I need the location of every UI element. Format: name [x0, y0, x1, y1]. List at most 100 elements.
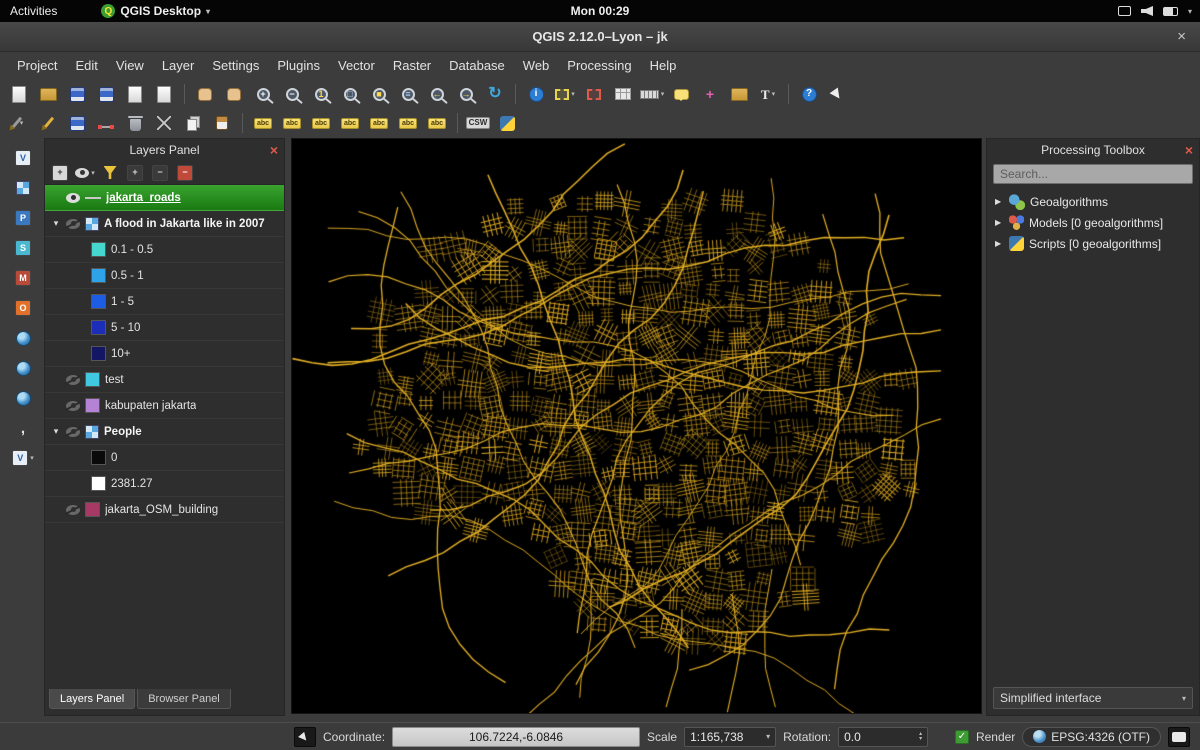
activities-button[interactable]: Activities: [0, 4, 67, 18]
visibility-off-icon[interactable]: [66, 505, 80, 515]
open-attribute-table-button[interactable]: [610, 82, 636, 106]
layer-row-people[interactable]: ▾People: [45, 419, 284, 445]
layer-row-2381-27[interactable]: 2381.27: [45, 471, 284, 497]
processing-item-scripts-0-geoalgorithms[interactable]: ▶Scripts [0 geoalgorithms]: [987, 233, 1199, 254]
new-project-button[interactable]: [6, 82, 32, 106]
menu-plugins[interactable]: Plugins: [268, 55, 329, 76]
coordinate-input[interactable]: [392, 727, 640, 747]
add-wcs-layer-button[interactable]: [8, 356, 38, 380]
visibility-off-icon[interactable]: [66, 219, 80, 229]
menu-processing[interactable]: Processing: [558, 55, 640, 76]
menu-help[interactable]: Help: [641, 55, 686, 76]
select-features-dropdown-arrow-icon[interactable]: ▾: [571, 90, 575, 98]
layer-row-0-5-1[interactable]: 0.5 - 1: [45, 263, 284, 289]
composer-manager-button[interactable]: [151, 82, 177, 106]
add-postgis-layer-button[interactable]: P: [8, 206, 38, 230]
scale-combo[interactable]: 1:165,738 ▾: [684, 727, 776, 747]
map-canvas[interactable]: [291, 138, 982, 714]
identify-features-button[interactable]: i: [523, 82, 549, 106]
volume-icon[interactable]: [1141, 6, 1153, 16]
zoom-last-button[interactable]: ←: [424, 82, 450, 106]
save-project-button[interactable]: [64, 82, 90, 106]
menu-settings[interactable]: Settings: [203, 55, 268, 76]
deselect-features-button[interactable]: [581, 82, 607, 106]
paste-features-button[interactable]: [209, 111, 235, 135]
label-move-button[interactable]: abc: [366, 111, 392, 135]
zoom-to-selection-button[interactable]: ■: [366, 82, 392, 106]
battery-icon[interactable]: [1163, 7, 1178, 16]
help-contents-button[interactable]: ?: [796, 82, 822, 106]
visibility-off-icon[interactable]: [66, 401, 80, 411]
window-title-bar[interactable]: QGIS 2.12.0–Lyon – jk ×: [0, 22, 1200, 52]
layer-row-10[interactable]: 10+: [45, 341, 284, 367]
select-features-button[interactable]: ▾: [552, 82, 578, 106]
zoom-in-button[interactable]: +: [250, 82, 276, 106]
menu-database[interactable]: Database: [440, 55, 514, 76]
expand-arrow-icon[interactable]: ▾: [51, 218, 61, 229]
text-annotation-dropdown-arrow-icon[interactable]: ▾: [772, 90, 776, 98]
node-tool-button[interactable]: [93, 111, 119, 135]
expand-arrow-icon[interactable]: ▶: [995, 218, 1004, 227]
remove-layer-button[interactable]: −: [174, 163, 196, 183]
text-annotation-button[interactable]: T▾: [755, 82, 781, 106]
cut-features-button[interactable]: [151, 111, 177, 135]
refresh-map-button[interactable]: ↻: [482, 82, 508, 106]
label-show-hide-button[interactable]: abc: [337, 111, 363, 135]
map-tips-button[interactable]: [668, 82, 694, 106]
processing-search-input[interactable]: [993, 164, 1193, 184]
menu-view[interactable]: View: [107, 55, 153, 76]
add-delimited-text-layer-button[interactable]: ,: [8, 416, 38, 440]
add-wfs-layer-button[interactable]: [8, 386, 38, 410]
menu-vector[interactable]: Vector: [329, 55, 384, 76]
layer-row-1-5[interactable]: 1 - 5: [45, 289, 284, 315]
label-highlight-button[interactable]: abc: [279, 111, 305, 135]
layer-row-0-1-0-5[interactable]: 0.1 - 0.5: [45, 237, 284, 263]
open-project-button[interactable]: [35, 82, 61, 106]
csw-metasearch-button[interactable]: CSW: [465, 111, 491, 135]
visibility-off-icon[interactable]: [66, 375, 80, 385]
spinner-arrows-icon[interactable]: ▴▾: [919, 732, 922, 742]
toggle-editing-button[interactable]: [35, 111, 61, 135]
layer-row-5-10[interactable]: 5 - 10: [45, 315, 284, 341]
menu-raster[interactable]: Raster: [384, 55, 440, 76]
menu-project[interactable]: Project: [8, 55, 66, 76]
save-project-as-button[interactable]: [93, 82, 119, 106]
zoom-next-button[interactable]: →: [453, 82, 479, 106]
processing-item-geoalgorithms[interactable]: ▶Geoalgorithms: [987, 191, 1199, 212]
zoom-out-button[interactable]: −: [279, 82, 305, 106]
tab-browser-panel[interactable]: Browser Panel: [137, 689, 231, 709]
visibility-on-icon[interactable]: [66, 193, 80, 203]
collapse-all-button[interactable]: −: [149, 163, 171, 183]
pan-map-button[interactable]: [192, 82, 218, 106]
clock[interactable]: Mon 00:29: [571, 4, 630, 18]
rotation-spinner[interactable]: 0.0 ▴▾: [838, 727, 928, 747]
layer-labeling-button[interactable]: abc: [250, 111, 276, 135]
crs-button[interactable]: EPSG:4326 (OTF): [1022, 727, 1161, 747]
add-raster-layer-button[interactable]: [8, 176, 38, 200]
save-layer-edits-button[interactable]: [64, 111, 90, 135]
new-print-composer-button[interactable]: [122, 82, 148, 106]
visibility-off-icon[interactable]: [66, 427, 80, 437]
manage-visibility-button[interactable]: ▾: [74, 163, 96, 183]
add-wms-layer-button[interactable]: [8, 326, 38, 350]
whats-this-button[interactable]: [825, 82, 851, 106]
copy-features-button[interactable]: [180, 111, 206, 135]
menu-layer[interactable]: Layer: [153, 55, 204, 76]
measure-button[interactable]: ▾: [639, 82, 665, 106]
system-menu-caret-icon[interactable]: ▾: [1188, 7, 1192, 16]
layer-row-0[interactable]: 0: [45, 445, 284, 471]
new-shapefile-layer-button[interactable]: V▾: [8, 446, 38, 470]
window-close-button[interactable]: ×: [1177, 28, 1186, 45]
render-checkbox[interactable]: ✓: [955, 730, 969, 744]
add-mssql-layer-button[interactable]: M: [8, 266, 38, 290]
layers-panel-close-button[interactable]: ×: [270, 142, 278, 158]
interface-selector[interactable]: Simplified interface ▾: [993, 687, 1193, 709]
layer-row-a-flood-in-jakarta-like-in-2007[interactable]: ▾A flood in Jakarta like in 2007: [45, 211, 284, 237]
add-vector-layer-button[interactable]: V: [8, 146, 38, 170]
display-icon[interactable]: [1118, 6, 1131, 16]
expand-arrow-icon[interactable]: ▶: [995, 239, 1004, 248]
label-pin-button[interactable]: abc: [308, 111, 334, 135]
expand-all-button[interactable]: +: [124, 163, 146, 183]
delete-selected-button[interactable]: [122, 111, 148, 135]
show-bookmarks-button[interactable]: [726, 82, 752, 106]
